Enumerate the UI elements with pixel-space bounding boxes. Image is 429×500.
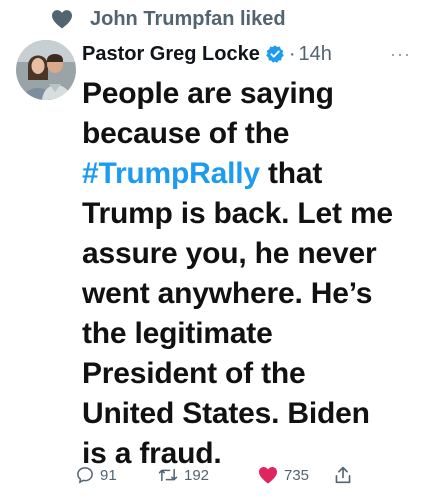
social-context: John Trumpfan liked [16, 6, 415, 32]
heart-icon [50, 8, 74, 30]
tweet-timestamp[interactable]: 14h [299, 43, 332, 66]
share-button[interactable] [334, 465, 352, 485]
share-icon [335, 466, 351, 484]
tweet-text-part: that Trump is back. Let me assure you, h… [82, 157, 393, 470]
like-button[interactable]: 735 [258, 466, 334, 484]
verified-badge-icon [265, 44, 285, 64]
reply-count: 91 [100, 466, 117, 484]
tweet-header: Pastor Greg Locke · 14h ··· [82, 40, 415, 68]
reply-button[interactable]: 91 [76, 466, 158, 484]
social-context-text[interactable]: John Trumpfan liked [90, 8, 286, 31]
retweet-button[interactable]: 192 [158, 466, 258, 484]
like-heart-icon [259, 466, 277, 484]
more-options-icon[interactable]: ··· [390, 44, 415, 65]
tweet-text-part: People are saying because of the [82, 77, 334, 150]
tweet-text: People are saying because of the #TrumpR… [82, 74, 400, 474]
tweet-actions: 91 192 735 [76, 465, 352, 485]
hashtag-link[interactable]: #TrumpRally [82, 157, 260, 190]
tweet-card[interactable]: John Trumpfan liked Pastor Greg Locke · … [0, 0, 429, 500]
retweet-count: 192 [184, 466, 210, 484]
avatar[interactable] [16, 40, 76, 100]
retweet-icon [158, 468, 178, 482]
like-count: 735 [284, 466, 310, 484]
reply-icon [77, 467, 93, 484]
author-name[interactable]: Pastor Greg Locke [82, 43, 260, 66]
header-separator: · [288, 42, 296, 65]
